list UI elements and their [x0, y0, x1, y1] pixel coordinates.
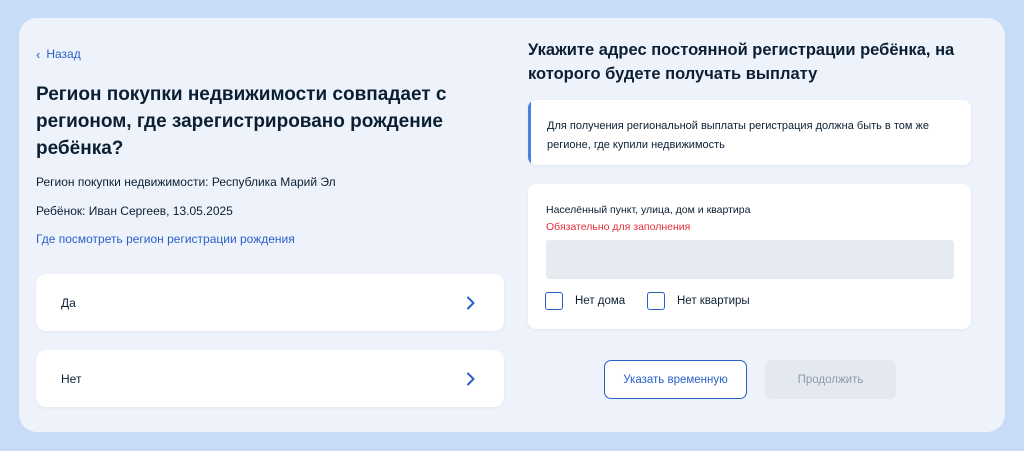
option-yes-label: Да [61, 295, 76, 310]
option-yes[interactable]: Да [36, 274, 504, 331]
back-label: Назад [46, 47, 81, 61]
no-house-checkbox-row[interactable]: Нет дома [545, 292, 625, 310]
chevron-right-icon [466, 296, 476, 310]
chevron-left-icon: ‹ [36, 46, 41, 62]
address-card: Населённый пункт, улица, дом и квартира … [528, 184, 971, 329]
notice-card: Для получения региональной выплаты регис… [528, 100, 971, 165]
chevron-right-icon [466, 372, 476, 386]
temporary-address-button[interactable]: Указать временную [604, 360, 747, 399]
child-info: Ребёнок: Иван Сергеев, 13.05.2025 [36, 204, 233, 218]
address-field-error: Обязательно для заполнения [546, 221, 691, 233]
address-title: Укажите адрес постоянной регистрации реб… [528, 41, 955, 83]
question-title: Регион покупки недвижимости совпадает с … [36, 84, 447, 159]
notice-text: Для получения региональной выплаты регис… [547, 120, 929, 151]
help-link[interactable]: Где посмотреть регион регистрации рожден… [36, 232, 295, 246]
address-input[interactable] [546, 240, 954, 279]
option-no[interactable]: Нет [36, 350, 504, 407]
no-house-label: Нет дома [575, 295, 626, 307]
notice-accent-bar [528, 100, 531, 165]
option-no-label: Нет [61, 371, 82, 386]
back-link[interactable]: ‹ Назад [36, 47, 81, 61]
no-flat-checkbox[interactable] [647, 292, 665, 310]
no-flat-label: Нет квартиры [677, 295, 750, 307]
no-flat-checkbox-row[interactable]: Нет квартиры [647, 292, 750, 310]
no-house-checkbox[interactable] [545, 292, 563, 310]
region-info: Регион покупки недвижимости: Республика … [36, 175, 336, 189]
address-field-label: Населённый пункт, улица, дом и квартира [546, 204, 751, 216]
continue-button[interactable]: Продолжить [765, 360, 896, 399]
